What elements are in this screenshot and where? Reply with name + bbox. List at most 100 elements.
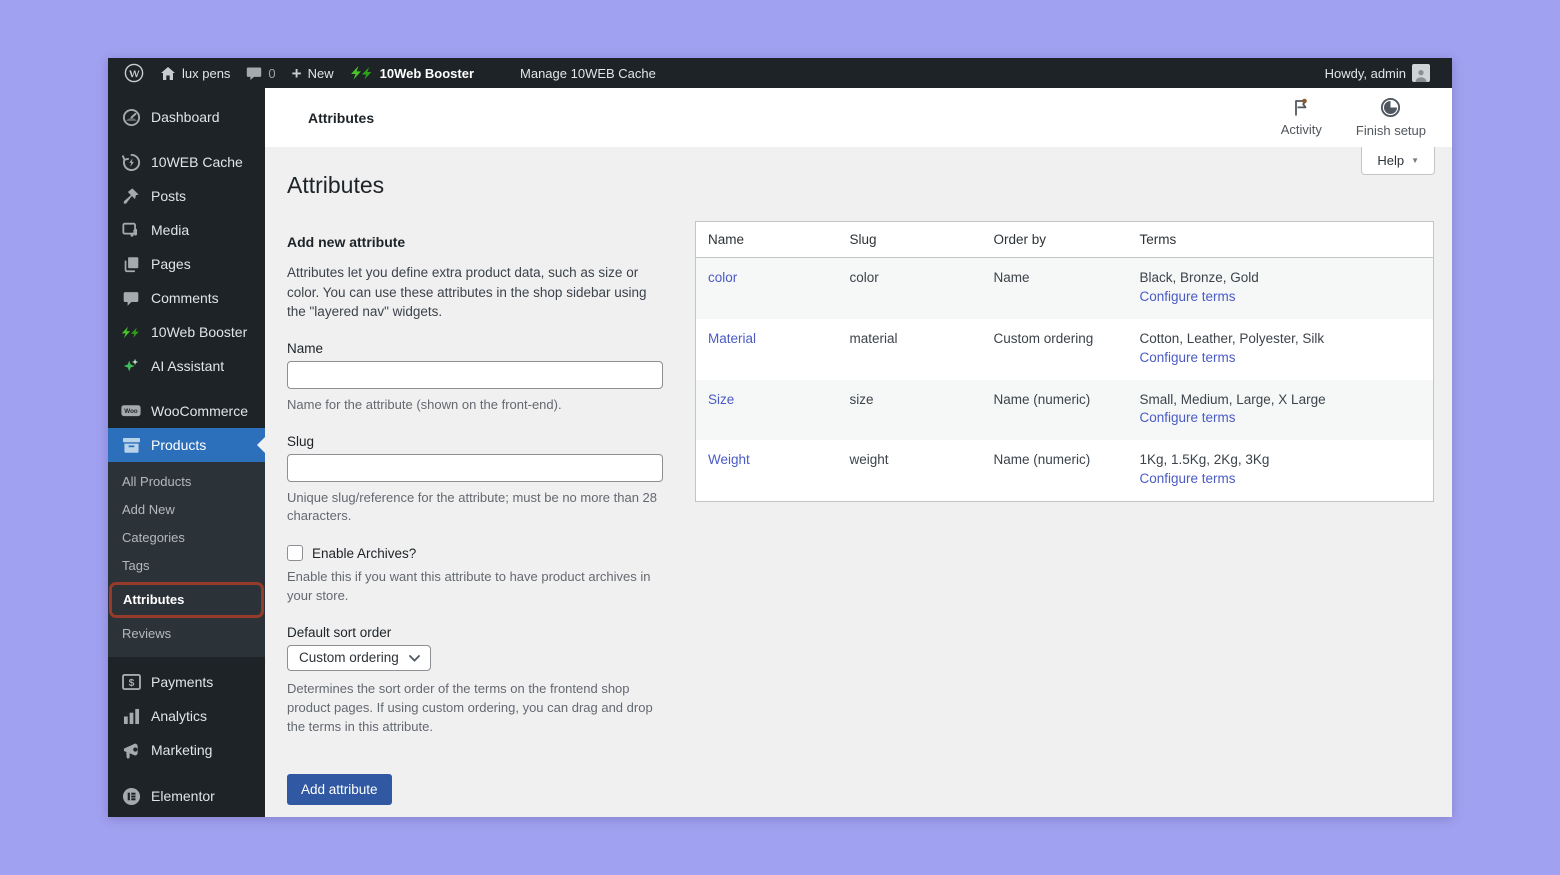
sidebar-label: Dashboard <box>151 107 220 127</box>
sidebar-item-tags[interactable]: Tags <box>108 552 265 580</box>
woocommerce-topbar: Attributes Activity Finish setup <box>265 88 1452 147</box>
site-menu[interactable]: lux pens <box>152 58 238 88</box>
add-attribute-form: Add new attribute Attributes let you def… <box>287 221 663 805</box>
column-header-name: Name <box>696 222 838 258</box>
manage-cache-menu[interactable]: Manage 10WEB Cache <box>512 58 664 88</box>
attribute-name-link[interactable]: Material <box>708 331 756 346</box>
new-label: New <box>308 66 334 81</box>
attribute-terms: Small, Medium, Large, X Large <box>1140 391 1422 410</box>
sort-order-help: Determines the sort order of the terms o… <box>287 680 663 737</box>
sidebar-label: WooCommerce <box>151 401 248 421</box>
page-title: Attributes <box>287 170 1434 200</box>
sparkles-icon <box>121 356 141 376</box>
sidebar-label: 10Web Booster <box>151 322 247 342</box>
configure-terms-link[interactable]: Configure terms <box>1140 410 1236 425</box>
add-attribute-button[interactable]: Add attribute <box>287 774 392 805</box>
sidebar-item-10web-booster[interactable]: 10Web Booster <box>108 315 265 349</box>
help-dropdown[interactable]: Help ▼ <box>1361 147 1435 175</box>
analytics-icon <box>121 706 141 726</box>
home-icon <box>160 66 176 81</box>
table-row: color color Name Black, Bronze, Gold Con… <box>696 258 1434 319</box>
attributes-table-wrap: Name Slug Order by Terms color color <box>695 221 1434 502</box>
payments-icon: $ <box>121 672 141 692</box>
finish-setup-button[interactable]: Finish setup <box>1356 97 1426 138</box>
admin-bar: lux pens 0 + New 10Web Booster Manage 10… <box>108 58 1452 88</box>
pages-icon <box>121 254 141 274</box>
booster-menu[interactable]: 10Web Booster <box>342 58 482 88</box>
sidebar-item-payments[interactable]: $ Payments <box>108 665 265 699</box>
enable-archives-label[interactable]: Enable Archives? <box>312 546 416 561</box>
activity-label: Activity <box>1281 122 1322 137</box>
attribute-name-link[interactable]: Weight <box>708 452 750 467</box>
table-row: Material material Custom ordering Cotton… <box>696 319 1434 380</box>
configure-terms-link[interactable]: Configure terms <box>1140 471 1236 486</box>
sidebar-item-all-products[interactable]: All Products <box>108 468 265 496</box>
wordpress-logo-menu[interactable] <box>116 58 152 88</box>
cache-icon <box>121 152 141 172</box>
name-input[interactable] <box>287 361 663 389</box>
sidebar-label: AI Assistant <box>151 356 224 376</box>
sidebar-item-elementor[interactable]: Elementor <box>108 779 265 813</box>
comments-count: 0 <box>268 66 275 81</box>
howdy-label: Howdy, admin <box>1325 66 1406 81</box>
sidebar-item-add-new[interactable]: Add New <box>108 496 265 524</box>
sidebar-item-comments[interactable]: Comments <box>108 281 265 315</box>
sidebar-label: Media <box>151 220 189 240</box>
attribute-name-link[interactable]: color <box>708 270 737 285</box>
breadcrumb: Attributes <box>308 110 374 126</box>
svg-text:Woo: Woo <box>124 408 138 415</box>
sort-order-value: Custom ordering <box>299 650 399 665</box>
progress-circle-icon <box>1380 97 1401 121</box>
chevron-down-icon: ▼ <box>1411 156 1419 165</box>
booster-lightning-icon <box>121 322 141 342</box>
attribute-slug: material <box>838 319 982 380</box>
activity-flag-icon <box>1291 98 1311 120</box>
attribute-name-link[interactable]: Size <box>708 392 734 407</box>
comment-icon <box>121 288 141 308</box>
sort-order-label: Default sort order <box>287 625 663 640</box>
sidebar-item-analytics[interactable]: Analytics <box>108 699 265 733</box>
attribute-slug: color <box>838 258 982 319</box>
sidebar-item-media[interactable]: Media <box>108 213 265 247</box>
booster-label: 10Web Booster <box>380 66 474 81</box>
sidebar-item-10web-cache[interactable]: 10WEB Cache <box>108 145 265 179</box>
activity-button[interactable]: Activity <box>1281 98 1322 137</box>
sidebar-label: Pages <box>151 254 191 274</box>
sidebar-item-categories[interactable]: Categories <box>108 524 265 552</box>
pushpin-icon <box>121 186 141 206</box>
sidebar-label: Elementor <box>151 786 215 806</box>
sidebar-item-products[interactable]: Products <box>108 428 265 462</box>
sidebar-label: Marketing <box>151 740 212 760</box>
sidebar-item-reviews[interactable]: Reviews <box>108 620 265 648</box>
slug-help: Unique slug/reference for the attribute;… <box>287 489 663 527</box>
configure-terms-link[interactable]: Configure terms <box>1140 289 1236 304</box>
form-description: Attributes let you define extra product … <box>287 263 663 322</box>
dashboard-icon <box>121 107 141 127</box>
sidebar-item-ai-assistant[interactable]: AI Assistant <box>108 349 265 383</box>
attribute-order-by: Name <box>982 258 1128 319</box>
sidebar-item-posts[interactable]: Posts <box>108 179 265 213</box>
sidebar-item-marketing[interactable]: Marketing <box>108 733 265 767</box>
sidebar-item-attributes[interactable]: Attributes <box>109 582 264 618</box>
sidebar-item-dashboard[interactable]: Dashboard <box>108 100 265 134</box>
new-content-menu[interactable]: + New <box>284 58 342 88</box>
account-menu[interactable]: Howdy, admin <box>1317 58 1438 88</box>
enable-archives-checkbox[interactable] <box>287 545 303 561</box>
wordpress-admin-window: lux pens 0 + New 10Web Booster Manage 10… <box>108 58 1452 817</box>
comments-menu[interactable]: 0 <box>238 58 283 88</box>
manage-cache-label: Manage 10WEB Cache <box>520 66 656 81</box>
archives-help: Enable this if you want this attribute t… <box>287 568 663 606</box>
sidebar-item-woocommerce[interactable]: Woo WooCommerce <box>108 394 265 428</box>
sidebar-item-templates[interactable]: Templates <box>108 813 265 817</box>
form-heading: Add new attribute <box>287 234 663 250</box>
table-row: Size size Name (numeric) Small, Medium, … <box>696 380 1434 441</box>
slug-input[interactable] <box>287 454 663 482</box>
sort-order-select[interactable]: Custom ordering <box>287 645 431 671</box>
attribute-order-by: Name (numeric) <box>982 380 1128 441</box>
attributes-table: Name Slug Order by Terms color color <box>695 221 1434 502</box>
sidebar-item-pages[interactable]: Pages <box>108 247 265 281</box>
configure-terms-link[interactable]: Configure terms <box>1140 350 1236 365</box>
wordpress-logo-icon <box>124 63 144 83</box>
chevron-down-icon <box>409 650 420 665</box>
name-label: Name <box>287 341 663 356</box>
